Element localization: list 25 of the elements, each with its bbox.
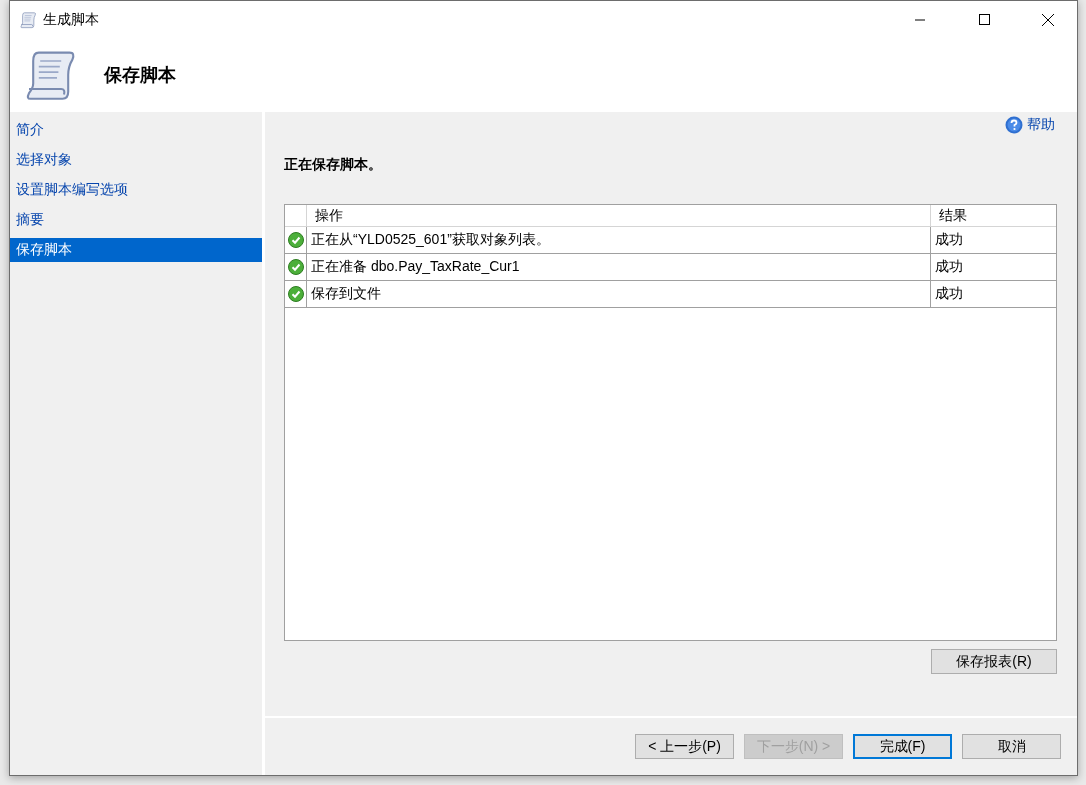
column-header[interactable]: 结果 bbox=[930, 205, 1056, 226]
page-heading: 保存脚本 bbox=[104, 64, 176, 87]
window-title: 生成脚本 bbox=[43, 10, 100, 29]
table-cell: 成功 bbox=[930, 227, 1056, 253]
sidebar-item[interactable]: 保存脚本 bbox=[10, 238, 262, 262]
column-header[interactable]: 操作 bbox=[306, 205, 930, 226]
sidebar-item[interactable]: 设置脚本编写选项 bbox=[10, 178, 262, 208]
help-icon bbox=[1005, 116, 1023, 134]
table-cell: 正在从“YLD0525_601”获取对象列表。 bbox=[306, 227, 930, 253]
status-message: 正在保存脚本。 bbox=[284, 156, 383, 174]
sidebar-item[interactable]: 选择对象 bbox=[10, 148, 262, 178]
sidebar-item[interactable]: 摘要 bbox=[10, 208, 262, 238]
wizard-button[interactable]: < 上一步(P) bbox=[635, 734, 734, 759]
close-icon[interactable] bbox=[1042, 13, 1054, 26]
sidebar-item[interactable]: 简介 bbox=[10, 118, 262, 148]
table-cell: 成功 bbox=[930, 254, 1056, 280]
help-link[interactable]: 帮助 bbox=[1027, 116, 1055, 134]
table-cell: 成功 bbox=[930, 281, 1056, 307]
scroll-icon bbox=[19, 10, 37, 29]
maximize-icon[interactable] bbox=[978, 14, 990, 25]
wizard-button[interactable]: 完成(F) bbox=[853, 734, 952, 759]
table-cell: 正在准备 dbo.Pay_TaxRate_Cur1 bbox=[306, 254, 930, 280]
table-cell: 保存到文件 bbox=[306, 281, 930, 307]
save-report-button[interactable]: 保存报表(R) bbox=[931, 649, 1057, 674]
wizard-button[interactable]: 取消 bbox=[962, 734, 1061, 759]
